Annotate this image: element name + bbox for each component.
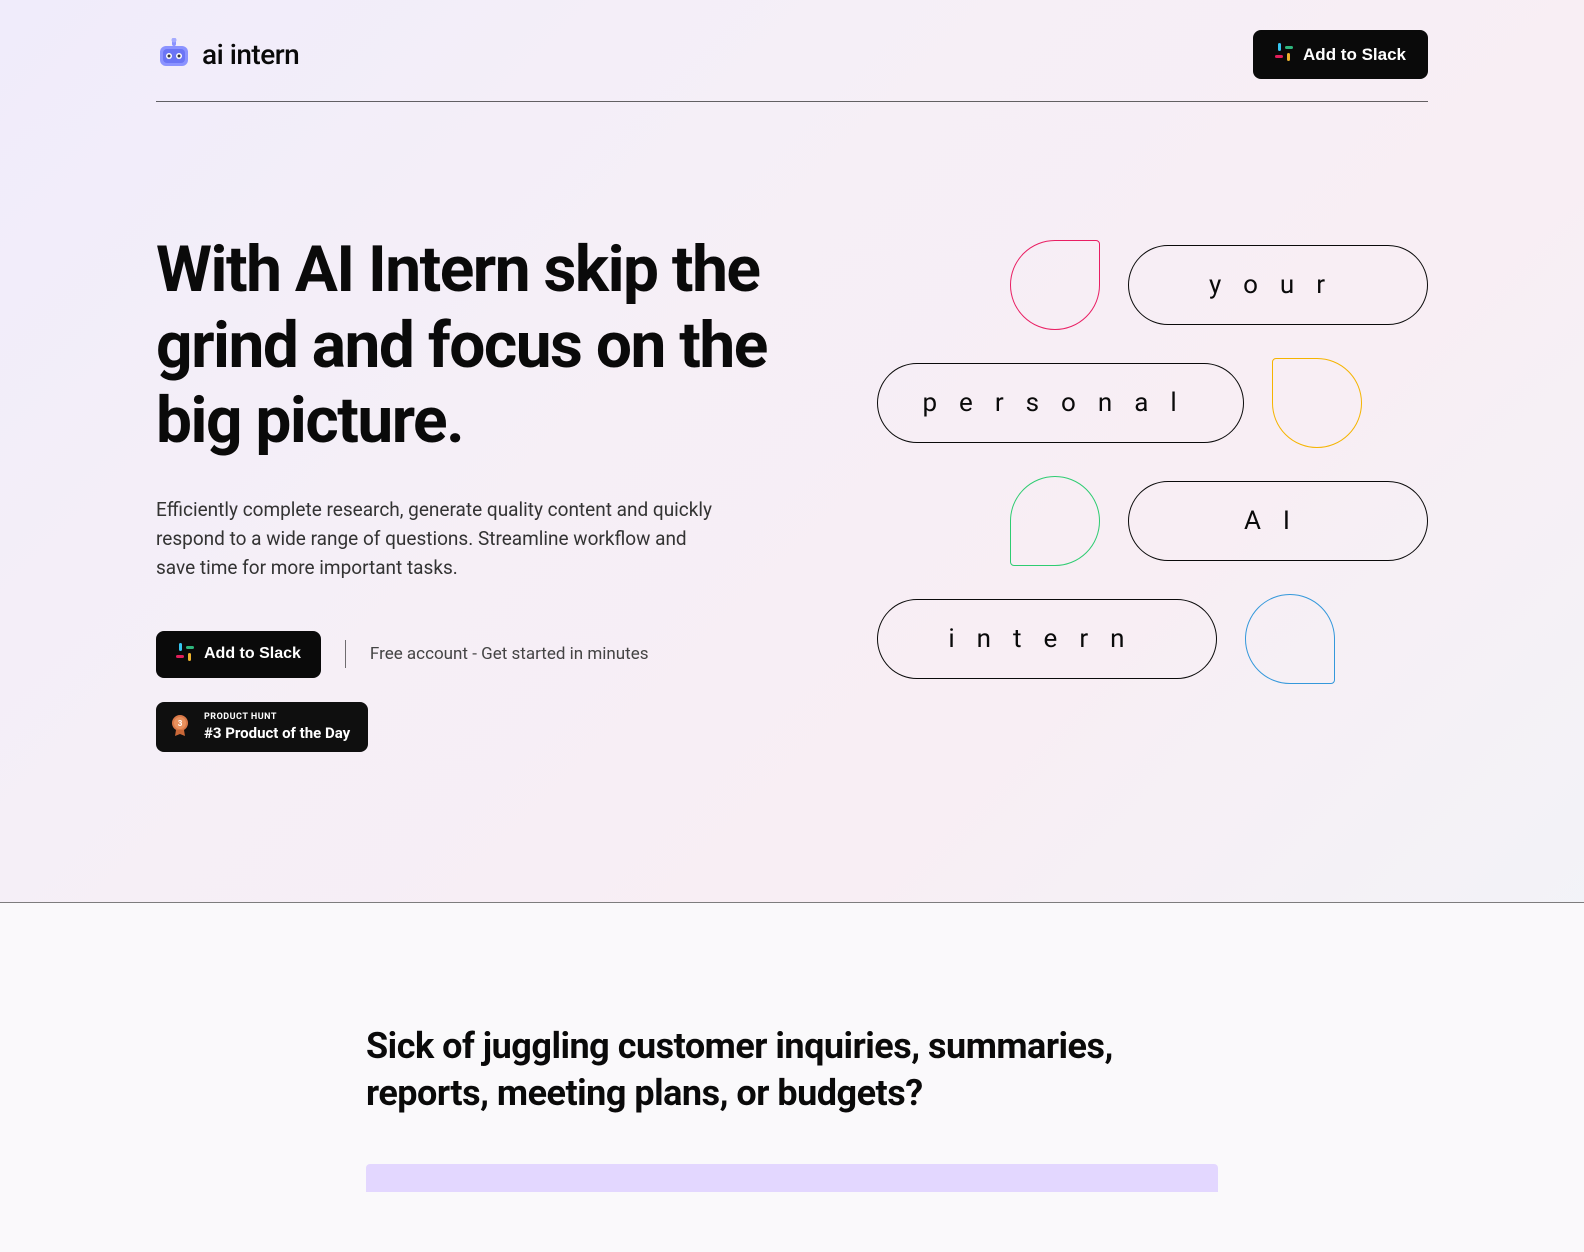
button-label: Add to Slack — [204, 645, 301, 663]
hero-content: With AI Intern skip the grind and focus … — [156, 232, 817, 752]
slack-icon — [176, 643, 194, 666]
product-hunt-label: PRODUCT HUNT — [204, 712, 350, 722]
robot-icon — [156, 38, 192, 72]
button-label: Add to Slack — [1303, 45, 1406, 65]
hero-section: With AI Intern skip the grind and focus … — [156, 102, 1428, 902]
medal-icon: 3 — [168, 713, 192, 741]
secondary-cta-text: Free account - Get started in minutes — [370, 644, 649, 664]
add-to-slack-hero-button[interactable]: Add to Slack — [156, 631, 321, 678]
capsule-personal: personal — [877, 363, 1243, 443]
capsule-row-1: your — [877, 240, 1428, 330]
section-2-title: Sick of juggling customer inquiries, sum… — [366, 1023, 1218, 1117]
brand-logo[interactable]: ai intern — [156, 38, 299, 72]
product-hunt-text: PRODUCT HUNT #3 Product of the Day — [204, 712, 350, 742]
capsule-your: your — [1128, 245, 1428, 325]
capsule-row-3: AI — [877, 476, 1428, 566]
leaf-decoration-pink — [1010, 240, 1100, 330]
section-2: Sick of juggling customer inquiries, sum… — [0, 902, 1584, 1252]
capsule-ai: AI — [1128, 481, 1428, 561]
hero-graphic: your personal AI intern — [877, 232, 1428, 752]
cta-row: Add to Slack Free account - Get started … — [156, 631, 817, 678]
leaf-decoration-yellow — [1272, 358, 1362, 448]
leaf-decoration-green — [1010, 476, 1100, 566]
hero-description: Efficiently complete research, generate … — [156, 495, 716, 583]
product-hunt-badge[interactable]: 3 PRODUCT HUNT #3 Product of the Day — [156, 702, 368, 752]
svg-text:3: 3 — [178, 719, 183, 728]
divider — [345, 640, 346, 668]
leaf-decoration-blue — [1245, 594, 1335, 684]
brand-name: ai intern — [202, 38, 299, 71]
slack-icon — [1275, 43, 1293, 66]
product-hunt-title: #3 Product of the Day — [204, 724, 350, 742]
site-header: ai intern Add to Slack — [156, 0, 1428, 102]
hero-title: With AI Intern skip the grind and focus … — [156, 232, 817, 459]
capsule-row-4: intern — [877, 594, 1428, 684]
purple-content-block — [366, 1164, 1218, 1192]
capsule-intern: intern — [877, 599, 1217, 679]
capsule-row-2: personal — [877, 358, 1428, 448]
add-to-slack-header-button[interactable]: Add to Slack — [1253, 30, 1428, 79]
